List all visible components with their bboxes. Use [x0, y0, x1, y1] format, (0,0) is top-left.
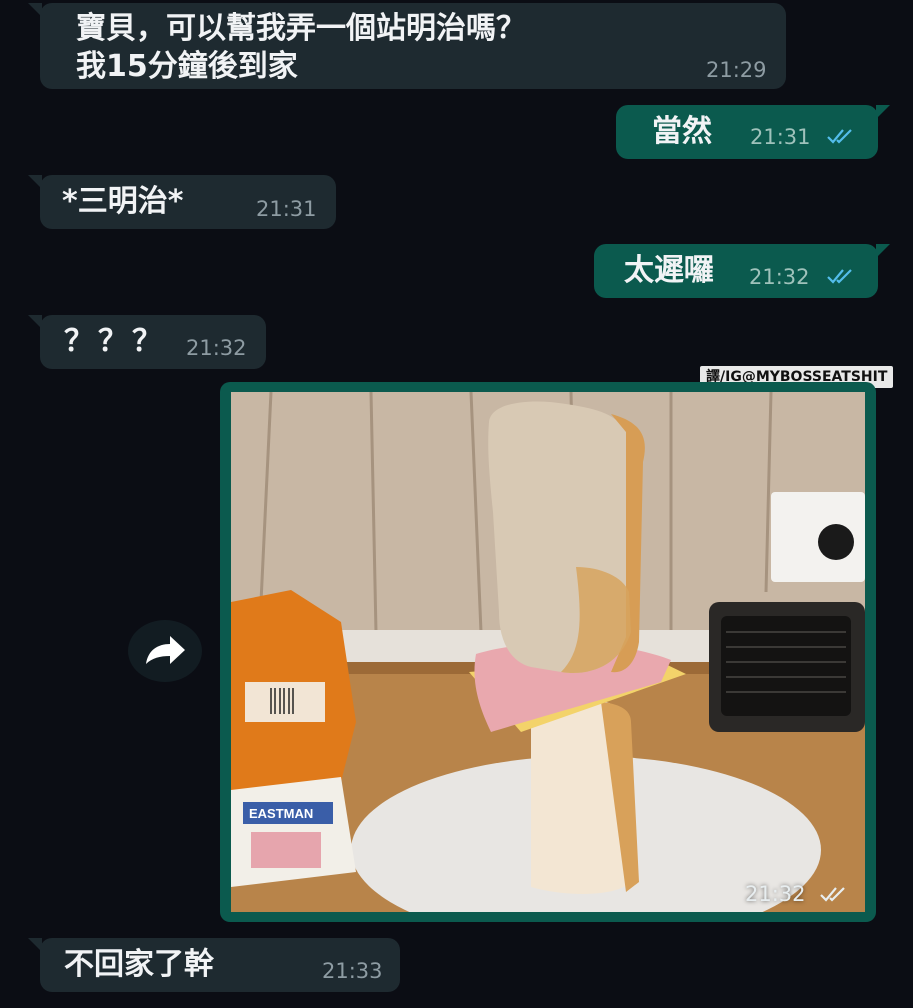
message-time: 21:31 [256, 197, 317, 221]
message-outgoing-4[interactable]: 太遲囉 21:32 [594, 244, 890, 298]
message-time: 21:32 [186, 336, 247, 360]
forward-arrow-icon [146, 636, 185, 664]
double-check-icon [820, 887, 845, 902]
message-text: 太遲囉 [624, 253, 714, 288]
message-time: 21:32 [745, 882, 806, 906]
message-time: 21:29 [706, 58, 767, 82]
message-text: *三明治* [62, 184, 184, 219]
message-outgoing-2[interactable]: 當然 21:31 [616, 105, 890, 159]
message-time: 21:31 [750, 125, 811, 149]
photo-illustration: EASTMAN [231, 392, 865, 912]
standing-sandwich-photo[interactable]: EASTMAN [231, 392, 865, 912]
message-time: 21:33 [322, 959, 383, 983]
message-text: 不回家了幹 [64, 947, 214, 982]
message-outgoing-image[interactable]: EASTMAN 21:32 [220, 382, 876, 922]
message-time: 21:32 [749, 265, 810, 289]
message-text: 當然 [652, 114, 712, 149]
double-check-icon [827, 269, 852, 284]
package-label: EASTMAN [249, 806, 313, 821]
message-text: ？？？ [64, 324, 166, 359]
message-incoming-5[interactable]: ？？？ 21:32 [28, 315, 266, 369]
forward-button[interactable] [128, 620, 202, 682]
message-text-line-1: 寶貝，可以幫我弄一個站明治嗎？ [76, 11, 526, 46]
message-incoming-3[interactable]: *三明治* 21:31 [28, 175, 336, 229]
message-incoming-7[interactable]: 不回家了幹 21:33 [28, 938, 400, 992]
double-check-icon [827, 129, 852, 144]
message-incoming-1[interactable]: 寶貝，可以幫我弄一個站明治嗎？ 我15分鐘後到家 21:29 [28, 3, 786, 89]
message-text-line-2: 我15分鐘後到家 [76, 49, 298, 84]
